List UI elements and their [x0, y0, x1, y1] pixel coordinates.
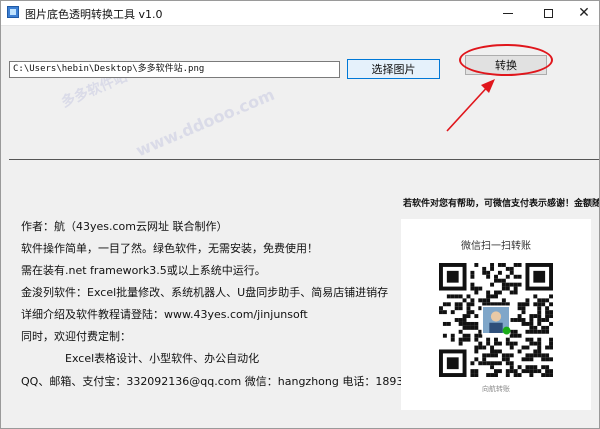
red-arrow-icon — [446, 79, 495, 132]
custom-service-line: 同时，欢迎付费定制： — [21, 330, 131, 343]
wechat-pay-card: 微信扫一扫转账 向航转账 — [401, 219, 591, 410]
product-series-line: 金浚列软件：Excel批量修改、系统机器人、U盘同步助手、简易店铺进销存 — [21, 286, 389, 299]
title-bar[interactable]: 图片底色透明转换工具 v1.0 ✕ — [1, 1, 599, 26]
file-path-field[interactable]: C:\Users\hebin\Desktop\多多软件站.png — [9, 61, 340, 78]
qr-caption: 向航转账 — [482, 385, 510, 393]
requirement-line: 需在装有.net framework3.5或以上系统中运行。 — [21, 264, 266, 277]
horizontal-divider — [9, 159, 599, 160]
watermark-url: www.ddooo.com — [133, 84, 278, 161]
author-line: 作者：航（43yes.com云网址 联合制作） — [21, 220, 228, 233]
window-title: 图片底色透明转换工具 v1.0 — [25, 8, 163, 21]
maximize-icon — [543, 8, 553, 18]
maximize-button[interactable] — [529, 1, 567, 25]
website-line: 详细介绍及软件教程请登陆：www.43yes.com/jinjunsoft — [21, 308, 308, 321]
select-image-button[interactable]: 选择图片 — [347, 59, 440, 79]
contact-line: QQ、邮箱、支付宝：332092136@qq.com 微信：hangzhong … — [21, 375, 453, 388]
minimize-icon — [503, 12, 513, 14]
close-icon: ✕ — [578, 5, 590, 21]
description-line: 软件操作简单，一目了然。绿色软件，无需安装，免费使用！ — [21, 242, 318, 255]
app-window: 图片底色透明转换工具 v1.0 ✕ 多多软件站 www.ddooo.com 多多… — [0, 0, 600, 429]
qr-title: 微信扫一扫转账 — [461, 241, 531, 252]
qr-code-icon — [439, 263, 553, 377]
close-button[interactable]: ✕ — [565, 1, 599, 25]
minimize-button[interactable] — [489, 1, 527, 25]
donate-note: 若软件对您有帮助，可微信支付表示感谢！金额随意！ — [403, 199, 600, 209]
service-types-line: Excel表格设计、小型软件、办公自动化 — [65, 352, 260, 365]
red-highlight-ellipse — [459, 44, 553, 76]
picture-app-icon — [7, 6, 19, 18]
